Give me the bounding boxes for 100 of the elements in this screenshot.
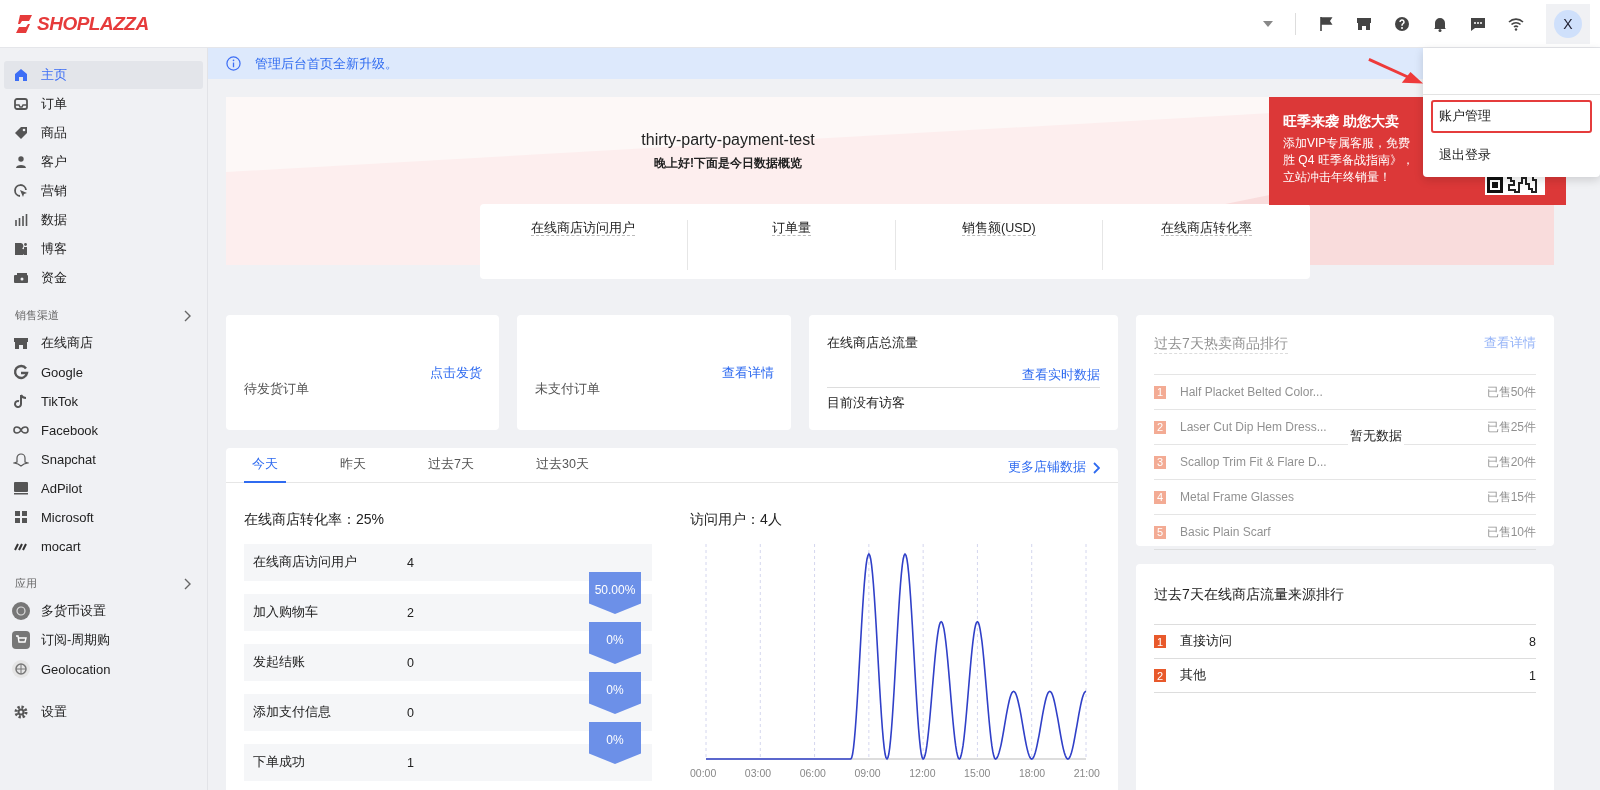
- notice-text: 管理后台首页全新升级。: [255, 54, 398, 73]
- rank-badge: 3: [1154, 455, 1166, 469]
- card-link[interactable]: 点击发货: [430, 365, 483, 382]
- blog-icon: [13, 241, 29, 257]
- sidebar-item[interactable]: Geolocation: [4, 655, 203, 683]
- tab[interactable]: 昨天: [332, 456, 374, 483]
- g-logo-icon: [13, 364, 29, 380]
- card-label: 待发货订单: [244, 381, 309, 398]
- sidebar-item[interactable]: 商品: [4, 119, 203, 147]
- wallet-icon: [13, 270, 29, 286]
- axis-label: 09:00: [854, 767, 881, 779]
- section-header[interactable]: 应用: [4, 576, 203, 591]
- sidebar-item[interactable]: 在线商店: [4, 329, 203, 357]
- card-link[interactable]: 查看实时数据: [1022, 367, 1100, 384]
- tab[interactable]: 过去7天: [420, 456, 482, 483]
- funnel-label: 添加支付信息: [253, 704, 332, 721]
- funnel-value: 0: [407, 705, 414, 720]
- axis-label: 21:00: [1073, 767, 1100, 779]
- sidebar-item[interactable]: 数据: [4, 206, 203, 234]
- sidebar-item[interactable]: Google: [4, 358, 203, 386]
- wifi-icon[interactable]: [1508, 15, 1524, 32]
- source-value: 1: [1529, 668, 1536, 683]
- sidebar-item[interactable]: 订阅-周期购: [4, 626, 203, 654]
- promo-text: 添加VIP专属客服，免费: [1283, 135, 1411, 152]
- rank-badge: 2: [1154, 669, 1166, 682]
- section-header[interactable]: 销售渠道: [4, 308, 203, 323]
- chevron-right-icon: [1092, 461, 1100, 474]
- product-name: Basic Plain Scarf: [1180, 525, 1271, 539]
- sold-count: 已售25件: [1486, 418, 1536, 436]
- promo-text: 立站冲击年终销量！: [1283, 169, 1391, 186]
- sidebar-item[interactable]: 设置: [4, 698, 203, 726]
- product-name: Scallop Trim Fit & Flare D...: [1180, 455, 1327, 469]
- annotation-arrow: [1367, 57, 1425, 87]
- rank-badge: 1: [1154, 385, 1166, 399]
- store-name: thirty-party-payment-test: [640, 131, 816, 149]
- sold-count: 已售15件: [1486, 488, 1536, 506]
- sidebar-item[interactable]: Snapchat: [4, 445, 203, 473]
- tab[interactable]: 过去30天: [527, 456, 597, 483]
- sidebar-item[interactable]: 营销: [4, 177, 203, 205]
- card-link[interactable]: 查看详情: [721, 365, 774, 382]
- axis-label: 00:00: [690, 767, 717, 779]
- sidebar-item[interactable]: 多货币设置: [4, 597, 203, 625]
- funnel-label: 在线商店访问用户: [253, 554, 358, 571]
- flag-icon[interactable]: [1318, 15, 1334, 32]
- source-name: 直接访问: [1180, 633, 1233, 650]
- notification-bell-icon[interactable]: [1432, 15, 1448, 32]
- sidebar-item[interactable]: mocart: [4, 532, 203, 560]
- sidebar-item[interactable]: 主页: [4, 61, 203, 89]
- sidebar-item[interactable]: 博客: [4, 235, 203, 263]
- funnel-value: 1: [407, 755, 414, 770]
- sidebar-item[interactable]: 客户: [4, 148, 203, 176]
- storefront-icon[interactable]: [1356, 15, 1372, 32]
- avatar[interactable]: X: [1554, 9, 1582, 38]
- settings-icon: [13, 704, 29, 720]
- rank-badge: 2: [1154, 420, 1166, 434]
- caret-down-icon[interactable]: [1263, 20, 1273, 27]
- card-title: 过去7天热卖商品排行: [1154, 335, 1288, 354]
- funnel-label: 下单成功: [253, 754, 306, 771]
- home-icon: [13, 67, 29, 83]
- cart-app-icon: [11, 630, 31, 650]
- person-icon: [13, 154, 29, 170]
- more-data-link[interactable]: 更多店铺数据: [1008, 459, 1100, 476]
- tab[interactable]: 今天: [244, 456, 286, 483]
- menu-item[interactable]: 账户管理: [1431, 100, 1592, 133]
- axis-label: 18:00: [1018, 767, 1046, 779]
- info-icon: [226, 56, 241, 71]
- card-title: 在线商店总流量: [826, 335, 918, 352]
- shoplazza-logo[interactable]: SHOPLAZZA: [14, 12, 149, 35]
- funnel-label: 发起结账: [253, 654, 306, 671]
- conversion-title: 在线商店转化率：25%: [244, 511, 386, 529]
- music-note-icon: [13, 393, 29, 409]
- bar-chart-icon: [13, 212, 29, 228]
- visitors-title: 访问用户：4人: [690, 511, 783, 529]
- sidebar-item[interactable]: 资金: [4, 264, 203, 292]
- sidebar-item[interactable]: TikTok: [4, 387, 203, 415]
- product-name: Half Placket Belted Color...: [1180, 385, 1323, 399]
- sidebar-item[interactable]: AdPilot: [4, 474, 203, 502]
- funnel-value: 2: [407, 605, 414, 620]
- funnel-value: 4: [407, 555, 414, 570]
- chevron-right-icon: [183, 577, 191, 590]
- promo-title: 旺季来袭 助您大卖: [1283, 113, 1399, 131]
- rank-badge: 5: [1154, 525, 1166, 539]
- ad-badge-icon: [13, 480, 29, 496]
- funnel-label: 加入购物车: [253, 604, 319, 621]
- product-name: Metal Frame Glasses: [1180, 490, 1295, 504]
- card-note: 目前没有访客: [826, 387, 1100, 412]
- axis-label: 15:00: [964, 767, 991, 779]
- sidebar-item[interactable]: Microsoft: [4, 503, 203, 531]
- source-name: 其他: [1180, 667, 1207, 684]
- chat-icon[interactable]: [1470, 15, 1486, 32]
- promo-text: 胜 Q4 旺季备战指南》，: [1283, 152, 1414, 169]
- help-icon[interactable]: [1394, 15, 1410, 32]
- stat-label: 在线商店访问用户: [531, 221, 636, 236]
- sidebar-item[interactable]: 订单: [4, 90, 203, 118]
- sidebar-item[interactable]: Facebook: [4, 416, 203, 444]
- storefront-icon: [13, 335, 29, 351]
- sold-count: 已售20件: [1486, 453, 1536, 471]
- grid-icon: [13, 509, 29, 525]
- stat-label: 订单量: [771, 221, 811, 236]
- product-name: Laser Cut Dip Hem Dress...: [1180, 420, 1327, 434]
